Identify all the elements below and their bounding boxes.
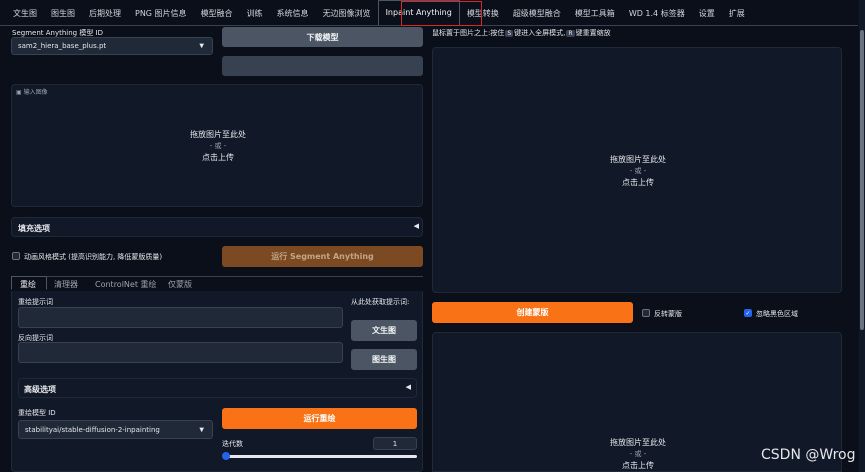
input-click-text: 点击上传 (202, 153, 234, 162)
inpaint-prompt-input[interactable] (18, 307, 343, 328)
selection-drop-text: 拖放图片至此处 (610, 155, 666, 164)
subtab-cleaner[interactable]: 清理器 (54, 279, 78, 290)
page-scrollbar[interactable] (859, 0, 865, 472)
fullscreen-hint: 鼠标置于图片之上:按住 S 键进入全屏模式, R 键重置缩放 (432, 28, 611, 38)
advanced-options-title: 高级选项 (24, 385, 56, 394)
inpaint-model-label: 重绘模型 ID (18, 409, 56, 417)
ignore-black-label: 忽略黑色区域 (756, 310, 798, 318)
chevron-down-icon: ▼ (199, 426, 204, 433)
ignore-black-checkbox[interactable]: ✓ (744, 309, 752, 317)
nav-tab-3[interactable]: PNG 图片信息 (128, 3, 194, 25)
subtab-inpaint[interactable]: 重绘 (20, 279, 36, 290)
nav-tab-12[interactable]: WD 1.4 标签器 (622, 3, 692, 25)
invert-mask-checkbox[interactable] (642, 309, 650, 317)
hint-key-r: R (566, 30, 575, 37)
inpaint-prompt-label: 重绘提示词 (18, 298, 53, 306)
steps-slider-track[interactable] (224, 455, 417, 458)
subtab-controlnet-inpaint[interactable]: ControlNet 重绘 (95, 279, 157, 290)
fill-options-title: 填充选项 (18, 224, 50, 233)
download-status-box (222, 56, 423, 76)
scrollbar-thumb[interactable] (860, 30, 864, 330)
selection-image-panel[interactable]: 拖放图片至此处 - 或 - 点击上传 (432, 47, 842, 293)
steps-label: 迭代数 (222, 440, 243, 448)
caret-left-icon: ◀ (413, 222, 419, 230)
steps-number-input[interactable]: 1 (373, 437, 417, 450)
inpaint-model-value: stabilityai/stable-diffusion-2-inpaintin… (25, 425, 160, 434)
caret-left-icon: ◀ (405, 383, 411, 391)
nav-tab-5[interactable]: 训练 (240, 3, 270, 25)
input-image-label-wrap: ▣ 输入图像 (16, 87, 48, 96)
sam-model-dropdown[interactable]: sam2_hiera_base_plus.pt ▼ (11, 37, 213, 55)
nav-tab-13[interactable]: 设置 (692, 3, 722, 25)
hint-key-s: S (505, 30, 514, 37)
nav-tab-8[interactable]: Inpaint Anything (377, 0, 460, 25)
nav-tab-4[interactable]: 模型融合 (194, 3, 240, 25)
selection-or-text: - 或 - (629, 167, 647, 175)
download-model-button[interactable]: 下载模型 (222, 27, 423, 47)
anime-style-label: 动画风格模式 (提高识别能力, 降低蒙版质量) (24, 253, 163, 261)
input-drop-text: 拖放图片至此处 (190, 130, 246, 139)
input-image-label: 输入图像 (23, 89, 48, 96)
inpaint-model-dropdown[interactable]: stabilityai/stable-diffusion-2-inpaintin… (18, 420, 213, 439)
txt2img-prompt-button[interactable]: 文生图 (351, 320, 417, 341)
top-nav: 文生图 图生图 后期处理 PNG 图片信息 模型融合 训练 系统信息 无边图像浏览 Inpain… (0, 0, 858, 26)
csdn-watermark: CSDN @Wrog (761, 447, 856, 463)
create-mask-button[interactable]: 创建蒙版 (432, 302, 633, 323)
get-prompt-label: 从此处获取提示词: (351, 298, 410, 306)
sam-model-value: sam2_hiera_base_plus.pt (18, 42, 107, 50)
chevron-down-icon: ▼ (199, 42, 204, 50)
nav-tab-2[interactable]: 后期处理 (82, 3, 128, 25)
nav-tab-14[interactable]: 扩展 (722, 3, 752, 25)
anime-style-checkbox[interactable] (12, 252, 20, 260)
nav-tab-7[interactable]: 无边图像浏览 (316, 3, 378, 25)
nav-tab-10[interactable]: 超级模型融合 (506, 3, 568, 25)
steps-slider-thumb[interactable] (222, 452, 230, 460)
invert-mask-label: 反转蒙版 (654, 310, 682, 318)
nav-tab-6[interactable]: 系统信息 (270, 3, 316, 25)
selection-click-text: 点击上传 (622, 178, 654, 187)
advanced-options-accordion[interactable]: 高级选项 ◀ (18, 378, 417, 398)
fill-options-accordion[interactable]: 填充选项 ◀ (11, 217, 423, 237)
nav-tab-0[interactable]: 文生图 (6, 3, 44, 25)
hint-prefix: 鼠标置于图片之上:按住 (432, 29, 505, 37)
input-or-text: - 或 - (209, 142, 227, 150)
negative-prompt-input[interactable] (18, 342, 343, 363)
subtab-mask-only[interactable]: 仅蒙版 (168, 279, 192, 290)
input-upload-area[interactable]: 拖放图片至此处 - 或 - 点击上传 (12, 129, 424, 163)
nav-tab-1[interactable]: 图生图 (44, 3, 82, 25)
input-image-panel[interactable]: ▣ 输入图像 拖放图片至此处 - 或 - 点击上传 (11, 84, 423, 207)
run-segment-anything-button[interactable]: 运行 Segment Anything (222, 246, 423, 267)
steps-value: 1 (392, 439, 398, 448)
selection-upload-area[interactable]: 拖放图片至此处 - 或 - 点击上传 (433, 154, 843, 188)
img2img-prompt-button[interactable]: 图生图 (351, 349, 417, 370)
run-inpaint-button[interactable]: 运行重绘 (222, 408, 417, 429)
hint-suffix: 键重置缩放 (575, 29, 611, 37)
nav-tab-11[interactable]: 模型工具箱 (568, 3, 622, 25)
hint-mid: 键进入全屏模式, (514, 29, 566, 37)
image-icon: ▣ (16, 89, 22, 96)
nav-tab-9[interactable]: 模型转换 (460, 3, 506, 25)
